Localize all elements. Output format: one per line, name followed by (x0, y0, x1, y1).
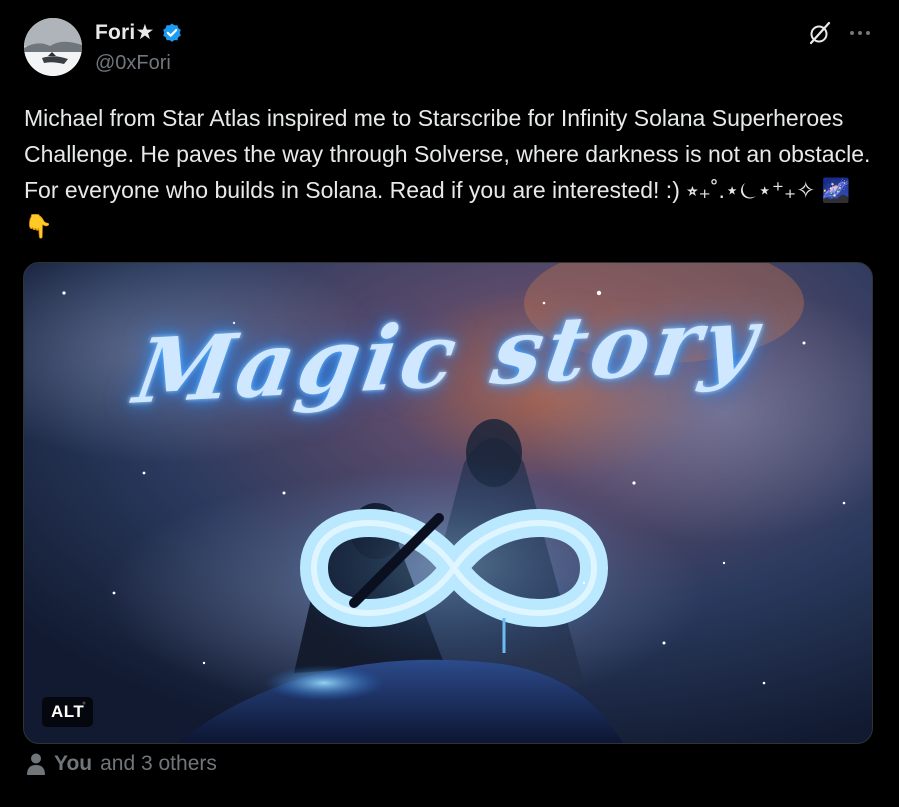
grok-slash-icon[interactable] (807, 20, 833, 46)
liked-by-others: and 3 others (100, 752, 217, 775)
liked-by-row[interactable]: You and 3 others (26, 752, 217, 776)
author-name-row: Fori★ (95, 20, 183, 45)
more-dots-icon[interactable] (847, 20, 873, 46)
post-media-image[interactable]: Magic story ALT (23, 262, 873, 744)
avatar-image (24, 18, 82, 76)
post-text: Michael from Star Atlas inspired me to S… (24, 105, 871, 239)
person-icon (27, 753, 45, 775)
verified-badge-icon[interactable] (161, 22, 183, 44)
alt-text-button[interactable]: ALT (42, 697, 94, 727)
post-card: Fori★ @0xFori Michael from Star Atlas in… (0, 0, 899, 807)
liked-by-you: You (54, 752, 93, 775)
author-display-name[interactable]: Fori★ (95, 20, 155, 45)
author-handle[interactable]: @0xFori (95, 52, 171, 75)
author-avatar[interactable] (24, 18, 82, 76)
post-top-actions (807, 20, 873, 46)
